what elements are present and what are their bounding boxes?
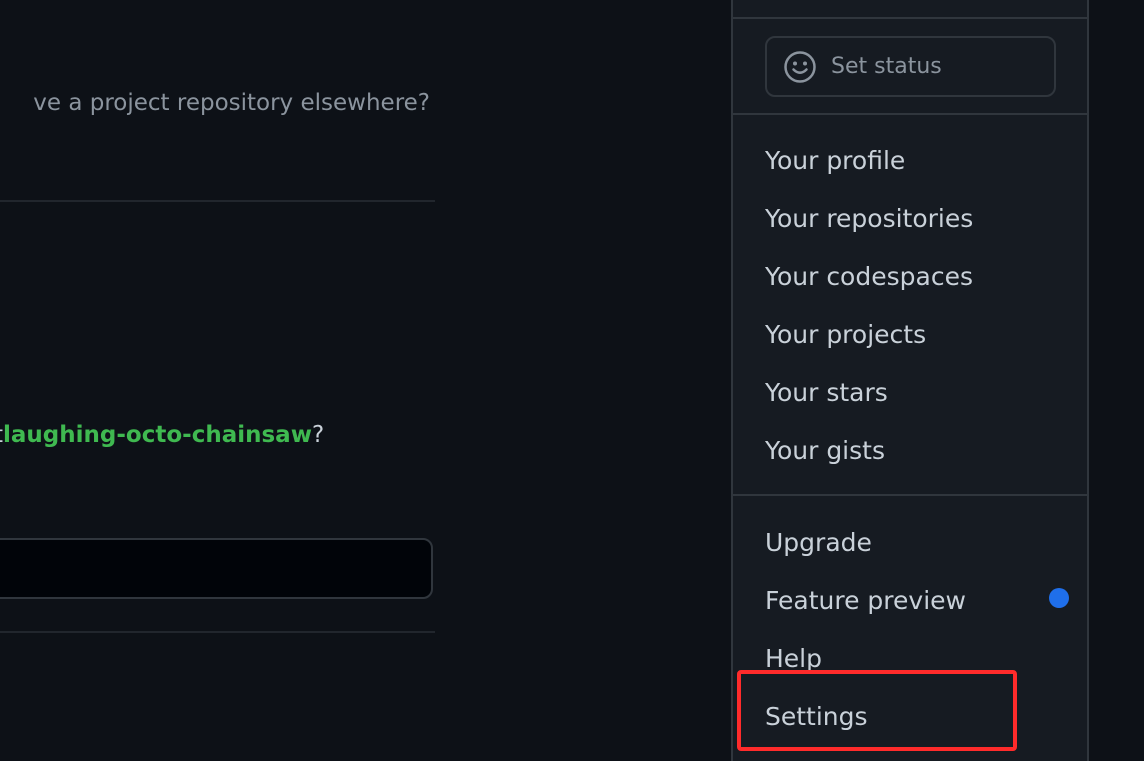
menu-item-your-repositories[interactable]: Your repositories xyxy=(765,202,973,236)
set-status-label: Set status xyxy=(831,54,942,79)
menu-item-your-projects[interactable]: Your projects xyxy=(765,318,926,352)
menu-item-your-stars[interactable]: Your stars xyxy=(765,376,888,410)
menu-divider xyxy=(733,17,1087,19)
menu-item-your-profile[interactable]: Your profile xyxy=(765,144,905,178)
menu-divider xyxy=(733,113,1087,115)
section-divider xyxy=(0,631,435,633)
menu-divider xyxy=(733,494,1087,496)
repo-name: laughing-octo-chainsaw xyxy=(3,422,312,448)
confirm-suffix: ? xyxy=(311,422,325,448)
set-status-button[interactable]: Set status xyxy=(765,36,1056,97)
confirm-repo-input[interactable] xyxy=(0,538,433,599)
page-right-margin xyxy=(1090,0,1144,761)
user-dropdown-menu: Set status Your profile Your repositorie… xyxy=(731,0,1089,761)
smiley-icon xyxy=(784,50,816,83)
menu-item-your-codespaces[interactable]: Your codespaces xyxy=(765,260,973,294)
menu-item-help[interactable]: Help xyxy=(765,642,822,676)
menu-item-settings[interactable]: Settings xyxy=(765,700,868,734)
menu-item-feature-preview[interactable]: Feature preview xyxy=(765,584,966,618)
page: ve a project repository elsewhere? t lau… xyxy=(0,0,1144,761)
new-feature-indicator xyxy=(1049,588,1069,608)
menu-item-upgrade[interactable]: Upgrade xyxy=(765,526,872,560)
import-repository-hint: ve a project repository elsewhere? xyxy=(33,90,430,116)
confirm-repo-prompt: t laughing-octo-chainsaw? xyxy=(0,418,430,452)
section-divider xyxy=(0,200,435,202)
menu-item-your-gists[interactable]: Your gists xyxy=(765,434,885,468)
